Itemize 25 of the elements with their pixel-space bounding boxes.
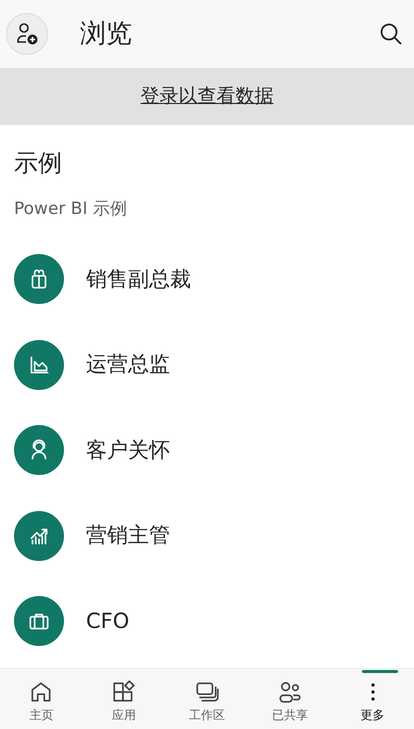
nav-tab[interactable]: 主页 xyxy=(0,669,83,729)
add-person-icon xyxy=(15,22,39,46)
report-name: CFO xyxy=(86,608,130,634)
sample-report-item[interactable]: CFO xyxy=(0,578,414,664)
add-account-button[interactable] xyxy=(6,13,48,55)
people-icon xyxy=(276,679,303,705)
sample-report-item[interactable]: 运营总监 xyxy=(0,322,414,408)
report-name: 客户关怀 xyxy=(86,436,170,464)
report-name: 销售副总裁 xyxy=(86,266,191,292)
search-icon[interactable] xyxy=(379,22,403,46)
nav-tab[interactable]: 更多 xyxy=(331,669,414,729)
page-title: 浏览 xyxy=(80,18,132,50)
sample-report-item[interactable]: 营销主管 xyxy=(0,493,414,578)
nav-tab[interactable]: 工作区 xyxy=(166,669,248,729)
section-title: 示例 xyxy=(14,148,63,179)
sample-report-item[interactable]: 客户关怀 xyxy=(0,408,414,493)
sample-report-item[interactable]: 销售副总裁 xyxy=(0,236,414,322)
nav-tab[interactable]: 已共享 xyxy=(248,669,332,729)
report-name: 营销主管 xyxy=(86,522,170,549)
section-subtitle: Power BI 示例 xyxy=(14,198,128,221)
active-indicator xyxy=(362,670,398,673)
nav-tab[interactable]: 应用 xyxy=(82,669,166,729)
sign-in-link[interactable]: 登录以查看数据 xyxy=(140,82,274,111)
report-name: 运营总监 xyxy=(86,351,170,378)
more-icon xyxy=(370,683,375,701)
